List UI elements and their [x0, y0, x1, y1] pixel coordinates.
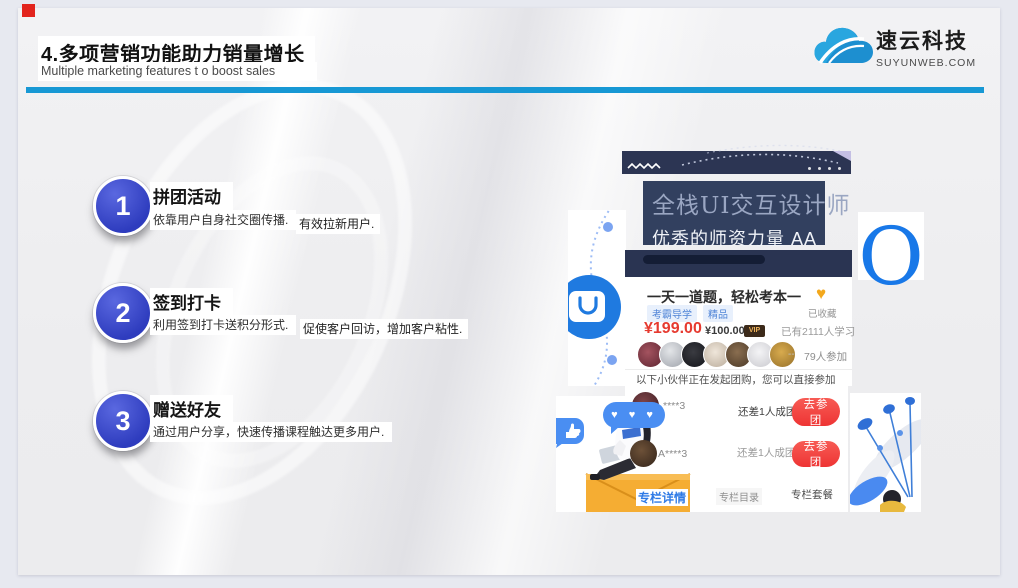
step-2-extra: 促使客户回访，增加客户粘性. [300, 319, 468, 339]
participant-avatars [637, 341, 791, 368]
vip-badge: VIP [744, 325, 765, 337]
step-2-desc: 利用签到打卡送积分形式. [150, 315, 296, 335]
tag-chip: 精品 [703, 305, 733, 322]
group-status: 还差1人成团 [736, 404, 798, 419]
column-catalog-link[interactable]: 专栏目录 [716, 488, 762, 505]
illustration-flowers [850, 393, 921, 512]
thumbsup-bubble [556, 418, 584, 448]
step-3-title: 赠送好友 [150, 395, 233, 423]
group-status: 还差1人成团 [735, 445, 797, 460]
group-user-name: ****3 [663, 400, 685, 412]
step-1-extra: 有效拉新用户. [296, 214, 380, 234]
banner-decoration [622, 141, 851, 177]
favorite-label: 已收藏 [808, 306, 837, 320]
hearts-icons: ♥ ♥ ♥ [611, 409, 657, 421]
divider [625, 369, 852, 370]
shop-bag-app-icon [568, 275, 621, 339]
drag-handle [643, 255, 765, 264]
corner-marker [22, 4, 35, 17]
banner-strip [622, 151, 851, 174]
step-1-number: 1 [115, 191, 130, 222]
squiggle-icon [628, 164, 660, 168]
logo-domain: SUYUNWEB.COM [876, 57, 976, 69]
column-detail-link[interactable]: 专栏详情 [636, 489, 688, 506]
promo-course-name: 全栈UI交互设计师 [652, 186, 825, 220]
step-2-badge: 2 [93, 283, 153, 343]
avatar-more: -- [788, 349, 795, 360]
screenshot-canvas: { "slide": { "title": "4.多项营销功能助力销量增长", … [0, 0, 1018, 588]
hearts-bubble: ♥ ♥ ♥ [603, 402, 665, 428]
favorite-heart-icon[interactable]: ♥ [816, 284, 826, 304]
banner-dot [838, 167, 841, 170]
groupbuy-note: 以下小伙伴正在发起团购，您可以直接参加 [636, 372, 836, 387]
price-secondary: ¥100.00 [705, 325, 745, 337]
flowers-drawing [850, 393, 921, 512]
step-2-number: 2 [115, 298, 130, 329]
banner-corner-wedge [833, 151, 851, 161]
step-3-badge: 3 [93, 391, 153, 451]
price-current: ¥199.00 [644, 320, 702, 338]
promo-headline-box: 全栈UI交互设计师 优秀的师资力量 AA [643, 181, 825, 245]
page-subtitle: Multiple marketing features t o boost sa… [38, 62, 317, 81]
dotted-curve-decoration [568, 210, 626, 386]
banner-dot [818, 167, 821, 170]
step-3-desc: 通过用户分享，快速传播课程触达更多用户. [150, 422, 392, 442]
accent-divider [26, 87, 984, 93]
banner-dot [808, 167, 811, 170]
promo-tagline: 优秀的师资力量 AA [652, 225, 825, 251]
join-group-button[interactable]: 去参团 [792, 398, 840, 426]
column-package-link[interactable]: 专栏套餐 [789, 487, 835, 502]
step-1-desc: 依靠用户自身社交圈传播. [150, 210, 296, 230]
big-letter: O [858, 218, 924, 296]
group-user-name: A****3 [658, 448, 687, 460]
step-2-title: 签到打卡 [150, 288, 233, 316]
learner-count: 已有2111人学习 [781, 324, 855, 339]
banner-dot [828, 167, 831, 170]
group-user-avatar [630, 440, 657, 467]
join-group-button[interactable]: 去参团 [792, 441, 840, 467]
letter-o-card: O [858, 212, 924, 280]
step-1-badge: 1 [93, 176, 153, 236]
step-1-title: 拼团活动 [150, 182, 233, 210]
company-logo: 速云科技 SUYUNWEB.COM [812, 21, 982, 75]
participant-count: 79人参加 [804, 349, 847, 364]
app-icon-strip [568, 210, 626, 386]
step-3-number: 3 [115, 406, 130, 437]
course-card-header [625, 250, 852, 277]
course-title: 一天一道题，轻松考本一 [647, 287, 801, 307]
logo-name: 速云科技 [876, 25, 976, 55]
cloud-logo-icon [812, 21, 876, 73]
